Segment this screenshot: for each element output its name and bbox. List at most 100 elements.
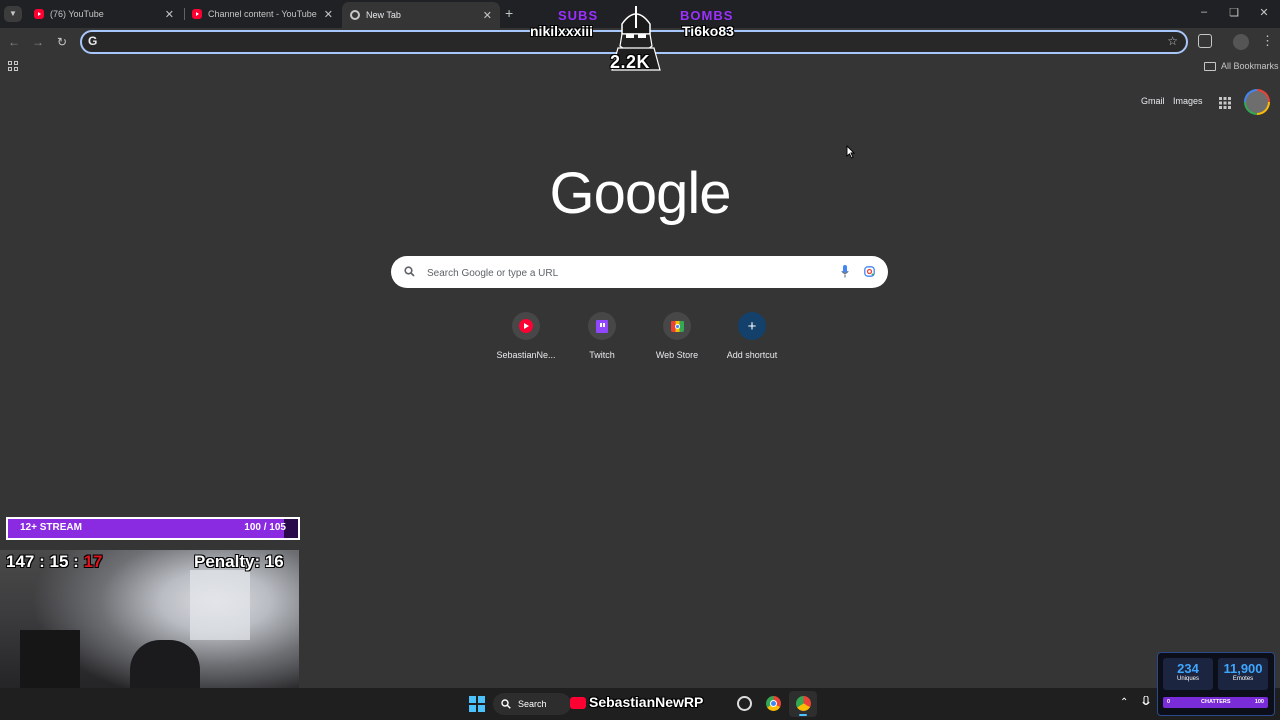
search-icon	[501, 699, 511, 709]
windows-icon-pane	[478, 705, 485, 712]
shortcut-label: Add shortcut	[726, 350, 778, 360]
chevron-up-icon: ⌃	[1120, 697, 1129, 708]
plus-icon: +	[505, 5, 514, 21]
minimize-button[interactable]: –	[1194, 6, 1214, 18]
new-tab-button[interactable]: +	[505, 5, 513, 21]
penalty-counter: Penalty: 16	[194, 552, 284, 571]
avatar	[1246, 91, 1268, 113]
chat-stats-widget: 234 Uniques 11,900 Emotes 0 CHATTERS 100	[1157, 652, 1275, 716]
microphone-icon	[1142, 695, 1150, 705]
emotes-box: 11,900 Emotes	[1218, 658, 1268, 690]
taskbar-youtube-app[interactable]	[570, 697, 586, 709]
tab-youtube-studio[interactable]: Channel content - YouTube Studio ✕	[184, 3, 341, 25]
close-icon: ✕	[1259, 7, 1269, 19]
windows-icon-pane	[469, 705, 476, 712]
twitch-icon	[596, 319, 608, 333]
twitch-eye	[600, 322, 602, 327]
youtube-icon	[192, 9, 202, 19]
back-button[interactable]: ←	[5, 33, 23, 51]
chatters-min: 0	[1167, 699, 1171, 705]
play-triangle	[524, 323, 529, 329]
images-link[interactable]: Images	[1173, 96, 1203, 106]
chatters-label: CHATTERS	[1201, 699, 1231, 705]
stream-timer: 147 : 15 : 17	[6, 552, 103, 572]
forward-button[interactable]: →	[29, 33, 47, 51]
bombs-name: Ti6ko83	[682, 23, 734, 39]
extensions-button[interactable]	[1198, 34, 1212, 48]
taskbar-search[interactable]: Search	[493, 693, 571, 715]
shortcut-youtube[interactable]: SebastianNe...	[488, 312, 564, 360]
active-indicator	[799, 714, 807, 716]
taskbar: Search SebastianNewRP ⌃	[0, 688, 1280, 720]
shortcut-add[interactable]: + Add shortcut	[714, 312, 790, 360]
shortcut-tile	[588, 312, 616, 340]
search-icon	[404, 266, 415, 277]
menu-button[interactable]: ⋮	[1261, 33, 1274, 49]
start-button[interactable]	[469, 696, 485, 712]
mouse-cursor-icon	[846, 145, 855, 159]
close-window-button[interactable]: ✕	[1254, 6, 1274, 19]
tab-title: New Tab	[366, 10, 401, 20]
gmail-link[interactable]: Gmail	[1141, 96, 1165, 106]
shortcut-tile: +	[738, 312, 766, 340]
ntp-search-box[interactable]	[391, 256, 888, 288]
apps-grid-icon-cell	[14, 61, 18, 65]
all-bookmarks-button[interactable]: All Bookmarks	[1204, 61, 1279, 71]
minimize-icon: –	[1200, 6, 1208, 18]
shortcut-label: SebastianNe...	[496, 350, 556, 360]
subs-name: nikilxxxiii	[530, 23, 594, 39]
timer-seconds: 17	[83, 552, 103, 571]
emotes-value: 11,900	[1223, 661, 1263, 676]
shortcut-twitch[interactable]: Twitch	[564, 312, 640, 360]
chrome-icon	[796, 696, 811, 711]
youtube-icon	[34, 9, 44, 19]
restore-button[interactable]: ❏	[1224, 6, 1244, 19]
goal-label: 12+ STREAM	[20, 522, 82, 533]
tab-title: (76) YouTube	[50, 9, 104, 19]
close-icon[interactable]: ✕	[324, 8, 333, 21]
timer-separator: :	[39, 552, 45, 571]
reload-button[interactable]: ↻	[53, 33, 71, 51]
taskbar-app-dev[interactable]	[737, 696, 752, 711]
chatters-max: 100	[1254, 699, 1264, 705]
ntp-search-input[interactable]	[425, 264, 829, 282]
stream-name-overlay: SebastianNewRP	[589, 694, 704, 710]
windows-icon	[469, 696, 476, 703]
subs-label: SUBS	[558, 8, 599, 23]
web-store-icon-center	[674, 323, 680, 329]
tray-microphone[interactable]	[1142, 695, 1150, 714]
shortcut-tile	[663, 312, 691, 340]
goal-progress: 100 / 105	[244, 522, 286, 533]
account-avatar[interactable]	[1244, 89, 1270, 115]
tab-new-tab[interactable]: New Tab ✕	[342, 2, 500, 28]
close-icon[interactable]: ✕	[165, 8, 174, 21]
reload-icon: ↻	[56, 35, 68, 49]
taskbar-chrome-1[interactable]	[766, 696, 781, 711]
apps-grid-icon-cell	[8, 67, 12, 71]
folder-icon	[1204, 61, 1216, 71]
tab-title: Channel content - YouTube Studio	[208, 9, 318, 19]
apps-grid-icon-cell	[14, 67, 18, 71]
windows-icon-pane	[478, 696, 485, 703]
microphone-icon[interactable]	[841, 265, 849, 278]
apps-button[interactable]	[8, 61, 18, 71]
tab-search-button[interactable]: ▼	[4, 6, 22, 22]
taskbar-chrome-2[interactable]	[789, 691, 817, 717]
shortcut-web-store[interactable]: Web Store	[639, 312, 715, 360]
bookmark-star-icon[interactable]: ☆	[1167, 34, 1178, 48]
tab-youtube[interactable]: (76) YouTube ✕	[26, 3, 182, 25]
apps-grid-icon	[1219, 97, 1231, 109]
timer-separator: :	[73, 552, 79, 571]
profile-button[interactable]	[1233, 34, 1249, 50]
google-apps-button[interactable]	[1219, 96, 1231, 109]
tray-overflow-button[interactable]: ⌃	[1120, 697, 1128, 708]
more-vert-icon: ⋮	[1261, 33, 1274, 48]
shortcut-label: Twitch	[589, 350, 615, 360]
webcam-window-light	[190, 570, 250, 640]
google-logo: Google	[549, 161, 731, 226]
google-lens-icon[interactable]	[864, 266, 875, 277]
emotes-label: Emotes	[1232, 676, 1254, 682]
close-icon[interactable]: ✕	[483, 9, 492, 22]
shortcut-tile	[512, 312, 540, 340]
chrome-icon	[770, 700, 777, 707]
